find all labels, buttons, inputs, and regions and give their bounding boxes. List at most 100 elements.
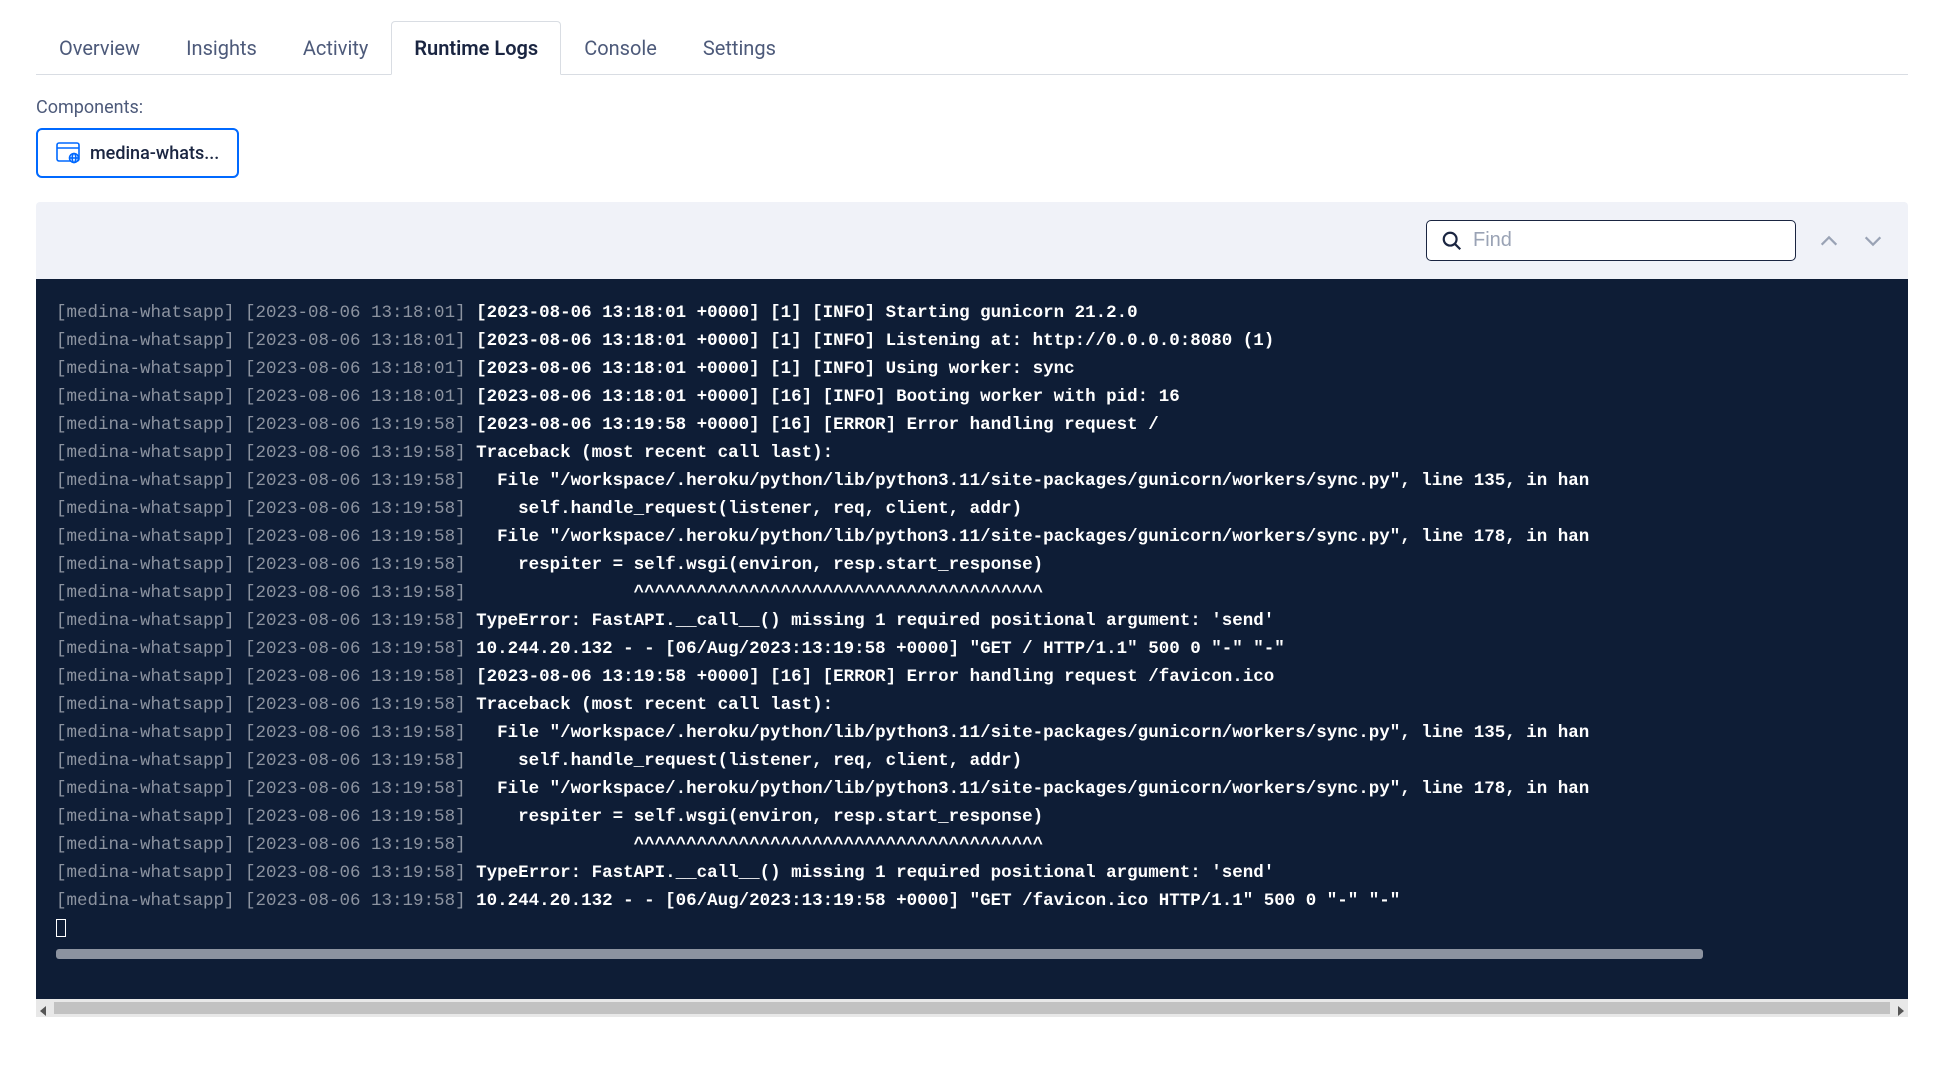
log-content: Traceback (most recent call last): xyxy=(476,443,833,463)
tab-settings[interactable]: Settings xyxy=(680,21,799,75)
log-content: File "/workspace/.heroku/python/lib/pyth… xyxy=(476,471,1589,491)
log-line: [medina-whatsapp] [2023-08-06 13:19:58] … xyxy=(36,831,1908,859)
log-line: [medina-whatsapp] [2023-08-06 13:18:01] … xyxy=(36,299,1908,327)
log-timestamp: [2023-08-06 13:19:58] xyxy=(245,471,476,491)
log-line: [medina-whatsapp] [2023-08-06 13:18:01] … xyxy=(36,355,1908,383)
log-prefix: [medina-whatsapp] xyxy=(56,415,245,435)
log-content: respiter = self.wsgi(environ, resp.start… xyxy=(476,555,1043,575)
log-timestamp: [2023-08-06 13:19:58] xyxy=(245,499,476,519)
log-line: [medina-whatsapp] [2023-08-06 13:19:58] … xyxy=(36,523,1908,551)
log-prefix: [medina-whatsapp] xyxy=(56,835,245,855)
log-prefix: [medina-whatsapp] xyxy=(56,751,245,771)
log-line: [medina-whatsapp] [2023-08-06 13:19:58] … xyxy=(36,691,1908,719)
log-content: self.handle_request(listener, req, clien… xyxy=(476,499,1022,519)
log-content: TypeError: FastAPI.__call__() missing 1 … xyxy=(476,611,1274,631)
log-content: 10.244.20.132 - - [06/Aug/2023:13:19:58 … xyxy=(476,639,1285,659)
log-prefix: [medina-whatsapp] xyxy=(56,303,245,323)
log-content: 10.244.20.132 - - [06/Aug/2023:13:19:58 … xyxy=(476,891,1400,911)
log-prefix: [medina-whatsapp] xyxy=(56,331,245,351)
log-content: [2023-08-06 13:19:58 +0000] [16] [ERROR]… xyxy=(476,415,1159,435)
log-line: [medina-whatsapp] [2023-08-06 13:19:58] … xyxy=(36,635,1908,663)
log-prefix: [medina-whatsapp] xyxy=(56,471,245,491)
find-box[interactable] xyxy=(1426,220,1796,261)
tab-overview[interactable]: Overview xyxy=(36,21,163,75)
log-line: [medina-whatsapp] [2023-08-06 13:19:58] … xyxy=(36,803,1908,831)
log-timestamp: [2023-08-06 13:19:58] xyxy=(245,555,476,575)
log-timestamp: [2023-08-06 13:19:58] xyxy=(245,723,476,743)
log-line: [medina-whatsapp] [2023-08-06 13:19:58] … xyxy=(36,551,1908,579)
log-prefix: [medina-whatsapp] xyxy=(56,611,245,631)
log-line: [medina-whatsapp] [2023-08-06 13:19:58] … xyxy=(36,467,1908,495)
log-line: [medina-whatsapp] [2023-08-06 13:19:58] … xyxy=(36,859,1908,887)
log-timestamp: [2023-08-06 13:19:58] xyxy=(245,443,476,463)
log-content: File "/workspace/.heroku/python/lib/pyth… xyxy=(476,779,1589,799)
log-content: [2023-08-06 13:18:01 +0000] [1] [INFO] L… xyxy=(476,331,1274,351)
log-line: [medina-whatsapp] [2023-08-06 13:19:58] … xyxy=(36,607,1908,635)
log-timestamp: [2023-08-06 13:18:01] xyxy=(245,387,476,407)
log-prefix: [medina-whatsapp] xyxy=(56,555,245,575)
log-prefix: [medina-whatsapp] xyxy=(56,779,245,799)
log-timestamp: [2023-08-06 13:18:01] xyxy=(245,359,476,379)
log-content: Traceback (most recent call last): xyxy=(476,695,833,715)
log-timestamp: [2023-08-06 13:18:01] xyxy=(245,303,476,323)
log-line: [medina-whatsapp] [2023-08-06 13:18:01] … xyxy=(36,383,1908,411)
find-next-button[interactable] xyxy=(1862,230,1884,252)
horizontal-scrollbar[interactable] xyxy=(36,999,1908,1017)
log-line: [medina-whatsapp] [2023-08-06 13:19:58] … xyxy=(36,579,1908,607)
log-content: File "/workspace/.heroku/python/lib/pyth… xyxy=(476,527,1589,547)
find-input[interactable] xyxy=(1473,229,1781,252)
log-content: [2023-08-06 13:19:58 +0000] [16] [ERROR]… xyxy=(476,667,1274,687)
log-content: TypeError: FastAPI.__call__() missing 1 … xyxy=(476,863,1274,883)
tab-activity[interactable]: Activity xyxy=(280,21,391,75)
log-prefix: [medina-whatsapp] xyxy=(56,499,245,519)
log-timestamp: [2023-08-06 13:19:58] xyxy=(245,863,476,883)
components-label: Components: xyxy=(36,97,1908,118)
log-prefix: [medina-whatsapp] xyxy=(56,891,245,911)
component-chip-label: medina-whats... xyxy=(90,143,219,164)
component-chip[interactable]: medina-whats... xyxy=(36,128,239,178)
log-prefix: [medina-whatsapp] xyxy=(56,667,245,687)
log-line: [medina-whatsapp] [2023-08-06 13:19:58] … xyxy=(36,439,1908,467)
log-prefix: [medina-whatsapp] xyxy=(56,863,245,883)
tab-runtime-logs[interactable]: Runtime Logs xyxy=(391,21,561,75)
log-content: ^^^^^^^^^^^^^^^^^^^^^^^^^^^^^^^^^^^^^^^ xyxy=(476,583,1043,603)
scroll-left-icon[interactable] xyxy=(38,1002,50,1014)
find-prev-button[interactable] xyxy=(1818,230,1840,252)
log-content: self.handle_request(listener, req, clien… xyxy=(476,751,1022,771)
log-prefix: [medina-whatsapp] xyxy=(56,443,245,463)
log-timestamp: [2023-08-06 13:19:58] xyxy=(245,415,476,435)
log-timestamp: [2023-08-06 13:19:58] xyxy=(245,807,476,827)
log-timestamp: [2023-08-06 13:19:58] xyxy=(245,779,476,799)
log-timestamp: [2023-08-06 13:19:58] xyxy=(245,667,476,687)
log-line: [medina-whatsapp] [2023-08-06 13:19:58] … xyxy=(36,663,1908,691)
log-timestamp: [2023-08-06 13:19:58] xyxy=(245,639,476,659)
log-content: respiter = self.wsgi(environ, resp.start… xyxy=(476,807,1043,827)
log-prefix: [medina-whatsapp] xyxy=(56,387,245,407)
log-content: [2023-08-06 13:18:01 +0000] [1] [INFO] S… xyxy=(476,303,1138,323)
log-line: [medina-whatsapp] [2023-08-06 13:19:58] … xyxy=(36,775,1908,803)
log-toolbar xyxy=(36,202,1908,279)
log-timestamp: [2023-08-06 13:19:58] xyxy=(245,695,476,715)
log-prefix: [medina-whatsapp] xyxy=(56,359,245,379)
tab-insights[interactable]: Insights xyxy=(163,21,280,75)
log-timestamp: [2023-08-06 13:19:58] xyxy=(245,611,476,631)
log-line: [medina-whatsapp] [2023-08-06 13:19:58] … xyxy=(36,747,1908,775)
log-timestamp: [2023-08-06 13:19:58] xyxy=(245,527,476,547)
scrollbar-thumb[interactable] xyxy=(54,1002,1890,1014)
log-content: [2023-08-06 13:18:01 +0000] [1] [INFO] U… xyxy=(476,359,1075,379)
log-content: File "/workspace/.heroku/python/lib/pyth… xyxy=(476,723,1589,743)
log-inner-scrollbar[interactable] xyxy=(56,949,1703,959)
log-prefix: [medina-whatsapp] xyxy=(56,695,245,715)
search-icon xyxy=(1441,230,1463,252)
log-viewer[interactable]: [medina-whatsapp] [2023-08-06 13:18:01] … xyxy=(36,279,1908,999)
log-line: [medina-whatsapp] [2023-08-06 13:19:58] … xyxy=(36,887,1908,915)
log-timestamp: [2023-08-06 13:18:01] xyxy=(245,331,476,351)
log-prefix: [medina-whatsapp] xyxy=(56,583,245,603)
log-prefix: [medina-whatsapp] xyxy=(56,527,245,547)
tab-console[interactable]: Console xyxy=(561,21,680,75)
log-content: ^^^^^^^^^^^^^^^^^^^^^^^^^^^^^^^^^^^^^^^ xyxy=(476,835,1043,855)
log-prefix: [medina-whatsapp] xyxy=(56,639,245,659)
tab-nav: OverviewInsightsActivityRuntime LogsCons… xyxy=(36,20,1908,75)
log-content: [2023-08-06 13:18:01 +0000] [16] [INFO] … xyxy=(476,387,1180,407)
scroll-right-icon[interactable] xyxy=(1894,1002,1906,1014)
